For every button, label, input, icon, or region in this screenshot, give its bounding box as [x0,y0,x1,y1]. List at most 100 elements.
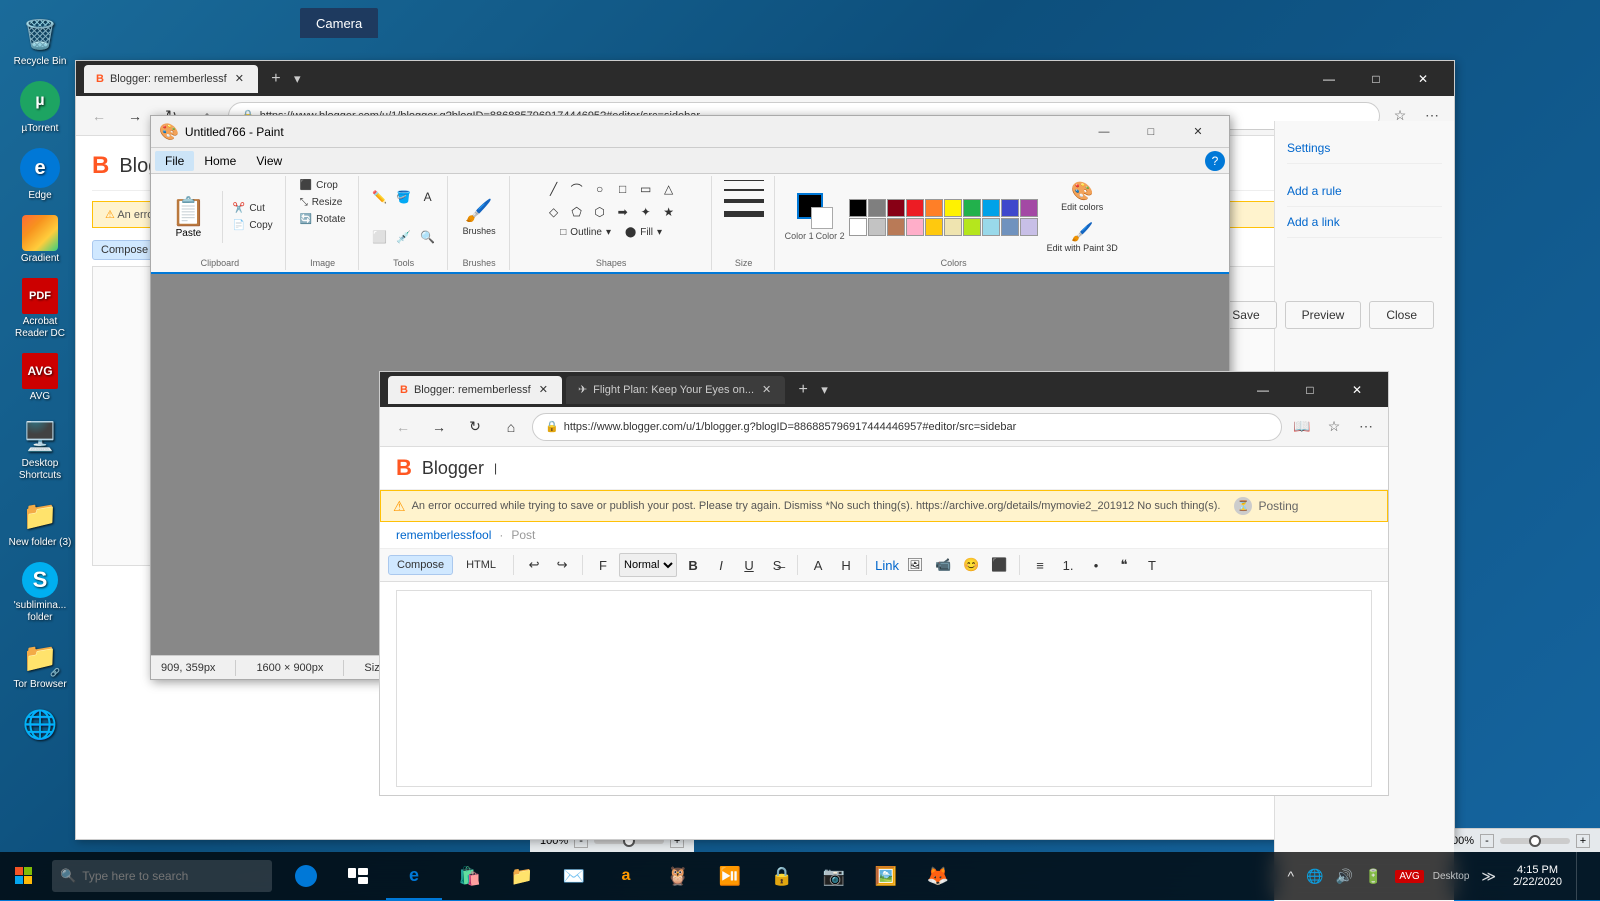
emoji-btn[interactable]: 😊 [959,553,983,577]
zoom-tool[interactable]: 🔍 [417,226,439,248]
acrobat-icon[interactable]: PDF Acrobat Reader DC [3,274,77,344]
paste-btn[interactable]: 📋 Paste [163,191,214,243]
font-size-select[interactable]: Normal [619,553,677,577]
flight-plan-tab[interactable]: ✈ Flight Plan: Keep Your Eyes on... ✕ [566,376,785,404]
color-blue[interactable] [1001,199,1019,217]
gradient-icon[interactable]: Gradient [3,211,77,269]
bold-btn[interactable]: B [681,553,705,577]
color-pink[interactable] [906,218,924,236]
paint-minimize-btn[interactable]: — [1081,117,1127,147]
paint-menu-home[interactable]: Home [194,151,246,171]
browser-forward-btn-back[interactable]: → [120,101,150,131]
color-cyan[interactable] [982,199,1000,217]
star5-shape[interactable]: ★ [658,201,680,223]
paint-close-btn[interactable]: ✕ [1175,117,1221,147]
color-lightgray[interactable] [868,218,886,236]
taskbar-tripadvisor[interactable]: 🦉 [654,852,702,900]
ordered-list-btn[interactable]: 1. [1056,553,1080,577]
image-btn[interactable]: 🖼 [903,553,927,577]
desktop-shortcuts-icon[interactable]: 🖥️ Desktop Shortcuts [3,412,77,486]
cut-btn[interactable]: ✂️ Cut [229,201,277,216]
line-shape[interactable]: ╱ [543,178,565,200]
picker-tool[interactable]: 💉 [393,226,415,248]
taskbar-clock[interactable]: 4:15 PM 2/22/2020 [1505,864,1570,888]
color-gold[interactable] [925,218,943,236]
rect-shape[interactable]: □ [612,178,634,200]
zoom-thumb-bottom-right[interactable] [1529,835,1541,847]
color-gray[interactable] [868,199,886,217]
fill-color-btn[interactable]: ⬤ Fill▾ [621,225,666,240]
add-link-link[interactable]: Add a link [1287,207,1442,238]
color-yellow[interactable] [944,199,962,217]
star4-shape[interactable]: ✦ [635,201,657,223]
color-brown[interactable] [887,218,905,236]
browser-tab-overflow-front[interactable]: ▾ [817,382,832,398]
text-color-btn[interactable]: A [806,553,830,577]
color-darkred[interactable] [887,199,905,217]
taskbar-media[interactable]: ⏯️ [706,852,754,900]
resize-btn[interactable]: ⤡ Resize [296,195,347,210]
pencil-tool[interactable]: ✏️ [369,186,391,208]
undo-btn[interactable]: ↩ [522,553,546,577]
html-tab[interactable]: HTML [457,555,505,575]
brushes-btn[interactable]: 🖌️ Brushes [458,189,501,245]
paint-help-btn[interactable]: ? [1205,151,1225,171]
skype-icon[interactable]: S 'sublimina... folder [3,558,77,628]
link-btn[interactable]: Link [875,553,899,577]
color-cream[interactable] [944,218,962,236]
paint-canvas-area[interactable]: B Blogger: rememberlessf ✕ ✈ Flight Plan… [151,274,1229,655]
size2-btn[interactable] [722,187,766,193]
color-lavender[interactable] [1020,218,1038,236]
taskbar-store[interactable]: 🛍️ [446,852,494,900]
italic-btn[interactable]: I [709,553,733,577]
show-desktop-btn[interactable] [1576,852,1590,900]
avg-icon[interactable]: AVG AVG [3,349,77,407]
clear-format-btn[interactable]: T [1140,553,1164,577]
size4-btn[interactable] [722,209,766,219]
taskbar-files[interactable]: 📁 [498,852,546,900]
browser-minimize-back[interactable]: — [1306,61,1352,96]
browser-close-back[interactable]: ✕ [1400,61,1446,96]
color-purple[interactable] [1020,199,1038,217]
quote-btn[interactable]: ❝ [1112,553,1136,577]
browser-tab-overflow-back[interactable]: ▾ [290,71,305,87]
zoom-slider-bottom-right[interactable] [1500,838,1570,844]
flight-plan-close[interactable]: ✕ [760,383,773,396]
network-icon[interactable]: 🌐 [1303,868,1326,885]
arrow-shape[interactable]: ➡ [612,201,634,223]
taskbar-security[interactable]: 🔒 [758,852,806,900]
outline-btn[interactable]: □ Outline▾ [556,225,615,240]
close-btn-back[interactable]: Close [1369,301,1434,329]
zoom-in-bottom-right[interactable]: + [1576,834,1590,848]
camera-tab[interactable]: Camera [300,8,378,38]
preview-btn-back[interactable]: Preview [1285,301,1362,329]
taskbar-cortana[interactable] [282,852,330,900]
start-button[interactable] [0,852,48,900]
eraser-tool[interactable]: ⬜ [369,226,391,248]
browser-back-btn-front[interactable]: ← [388,412,418,442]
taskbar-amazon[interactable]: a [602,852,650,900]
rotate-btn[interactable]: 🔄 Rotate [296,212,350,227]
oval-shape[interactable]: ○ [589,178,611,200]
paint-menu-view[interactable]: View [246,151,292,171]
browser-new-tab-front[interactable]: + [789,376,817,404]
compose-btn-back[interactable]: Compose [92,240,157,260]
browser-addressbar-front[interactable]: 🔒 https://www.blogger.com/u/1/blogger.g?… [532,413,1229,441]
subliminal-icon[interactable]: 📁🔗 Tor Browser [3,633,77,695]
tor-browser-icon[interactable]: 🌐 [3,700,77,750]
hexagon-shape[interactable]: ⬡ [589,201,611,223]
roundrect-shape[interactable]: ▭ [635,178,657,200]
browser-maximize-back[interactable]: □ [1353,61,1399,96]
color-green[interactable] [963,199,981,217]
browser-back-btn-back[interactable]: ← [84,101,114,131]
add-rule-link[interactable]: Add a rule [1287,176,1442,207]
chevron-show-more[interactable]: ≫ [1478,868,1499,885]
browser-new-tab-back[interactable]: + [262,65,290,93]
edit-paint3d-btn[interactable]: 🖌️ Edit with Paint 3D [1042,219,1123,256]
browser-tab-blogger-front[interactable]: B Blogger: rememberlessf ✕ [388,376,562,404]
battery-icon[interactable]: 🔋 [1362,868,1385,885]
highlight-btn[interactable]: H [834,553,858,577]
taskbar-task-view[interactable] [334,852,382,900]
edge-icon[interactable]: e Edge [3,144,77,206]
blogger-editor-area[interactable] [396,590,1229,655]
